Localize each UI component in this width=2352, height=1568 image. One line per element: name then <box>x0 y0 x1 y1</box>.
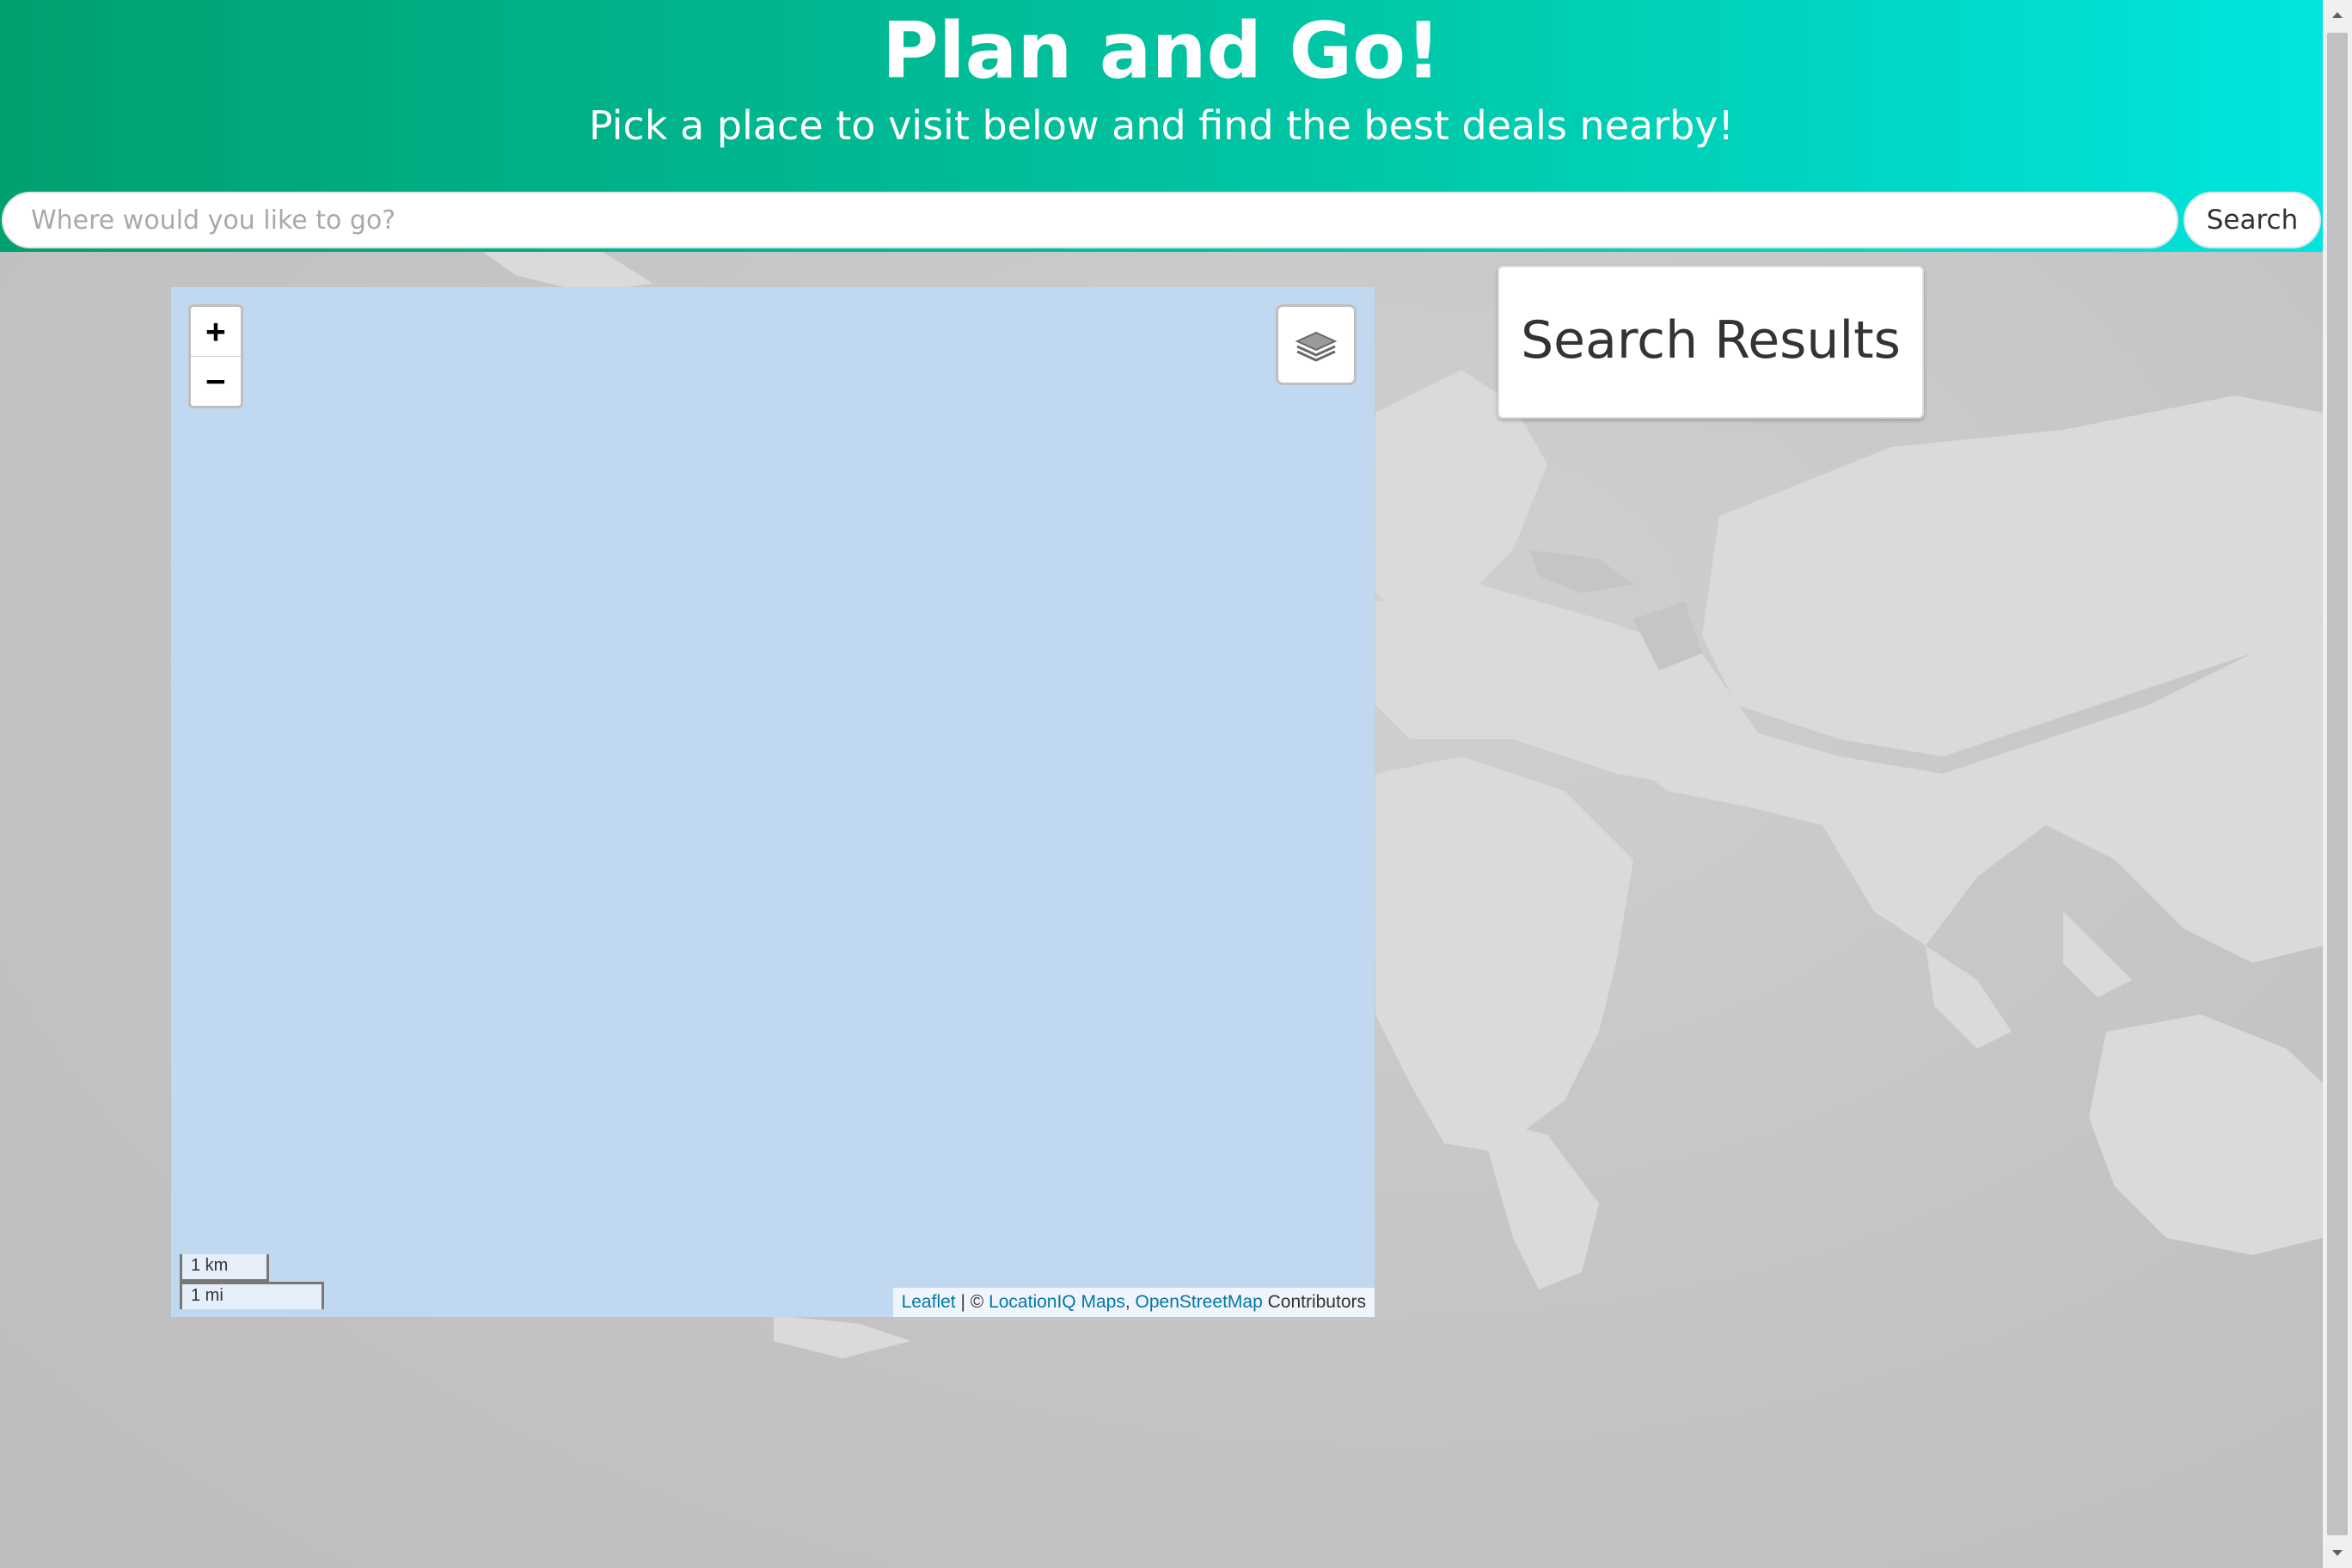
attribution-comma: , <box>1124 1292 1136 1312</box>
openstreetmap-link[interactable]: OpenStreetMap <box>1136 1292 1263 1312</box>
leaflet-link[interactable]: Leaflet <box>902 1292 956 1312</box>
zoom-out-button[interactable]: − <box>191 357 241 406</box>
locationiq-link[interactable]: LocationIQ Maps <box>989 1292 1125 1312</box>
attribution-separator: | © <box>955 1292 989 1312</box>
attribution-contributors: Contributors <box>1262 1292 1366 1312</box>
search-results-title: Search Results <box>1521 310 1901 371</box>
page: Plan and Go! Pick a place to visit below… <box>0 0 2323 1568</box>
vertical-scrollbar[interactable] <box>2323 0 2352 1568</box>
scale-bar-km: 1 km <box>180 1254 269 1282</box>
map-container[interactable]: + − 1 km 1 mi Leaflet | © LocationIQ Map… <box>171 287 1375 1317</box>
scroll-down-arrow-icon[interactable] <box>2323 1539 2352 1568</box>
scrollbar-thumb[interactable] <box>2327 33 2348 1535</box>
zoom-control: + − <box>188 304 243 408</box>
zoom-in-button[interactable]: + <box>191 307 241 357</box>
search-input[interactable] <box>2 192 2178 248</box>
scale-bar-mi: 1 mi <box>180 1282 324 1309</box>
layers-button[interactable] <box>1276 304 1357 385</box>
page-subtitle: Pick a place to visit below and find the… <box>589 102 1734 149</box>
map-attribution: Leaflet | © LocationIQ Maps, OpenStreetM… <box>892 1288 1375 1317</box>
scroll-up-arrow-icon[interactable] <box>2323 0 2352 29</box>
page-title: Plan and Go! <box>881 6 1442 96</box>
search-results-card: Search Results <box>1498 266 1924 419</box>
layers-icon <box>1295 331 1338 362</box>
search-button[interactable]: Search <box>2184 192 2321 248</box>
